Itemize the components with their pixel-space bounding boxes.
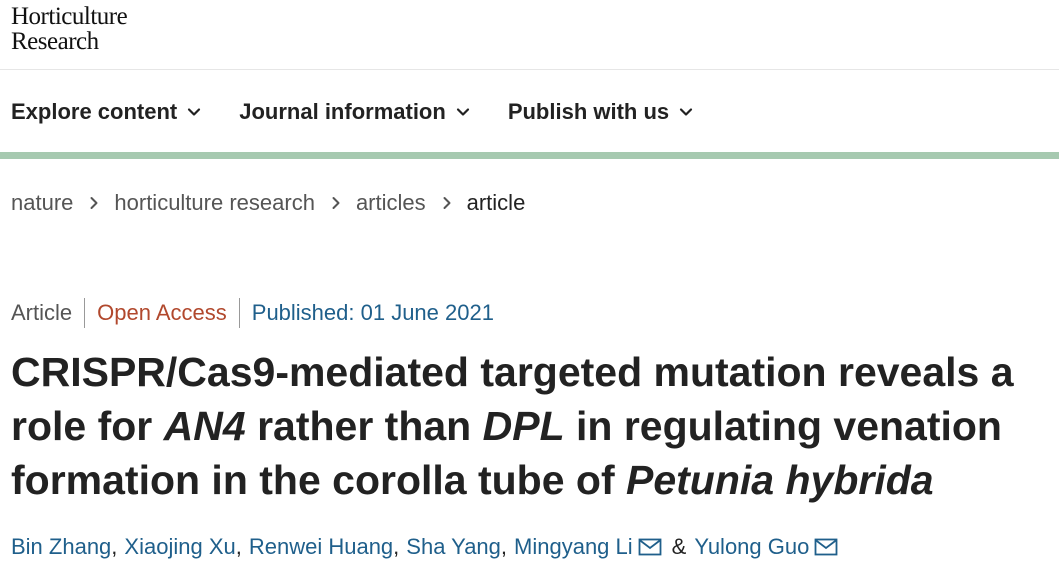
mail-icon[interactable] (638, 538, 662, 556)
nav-explore-content[interactable]: Explore content (11, 99, 201, 125)
author-link[interactable]: Renwei Huang (249, 534, 393, 560)
meta-divider (84, 298, 86, 328)
author-link[interactable]: Xiaojing Xu (124, 534, 235, 560)
author-conjunction: & (671, 534, 687, 559)
author-separator: , (111, 534, 118, 559)
breadcrumb-current: article (466, 190, 526, 215)
species-name: Petunia hybrida (626, 457, 934, 503)
title-line-2-pre: role for (11, 403, 164, 449)
nav-journal-information[interactable]: Journal information (239, 99, 470, 125)
nav-publish-with-us-label: Publish with us (507, 99, 670, 124)
breadcrumb-nature[interactable]: nature (11, 190, 73, 216)
chevron-down-icon (679, 105, 693, 119)
author-link[interactable]: Mingyang Li (514, 534, 633, 560)
nav-journal-information-label: Journal information (239, 99, 446, 124)
title-line-1: CRISPR/Cas9-mediated targeted mutation r… (11, 349, 1014, 395)
logo-line-2: Research (11, 28, 99, 55)
author-link[interactable]: Yulong Guo (694, 534, 809, 560)
article-meta: Article Open Access Published: 01 June 2… (11, 298, 494, 328)
title-line-2-mid: rather than (245, 403, 483, 449)
author-separator: , (500, 534, 508, 559)
published-date: Published: 01 June 2021 (251, 300, 494, 325)
chevron-down-icon (187, 105, 201, 119)
mail-icon[interactable] (814, 538, 838, 556)
gene-an4: AN4 (163, 403, 246, 449)
author-link[interactable]: Sha Yang (406, 534, 501, 560)
author-list: Bin Zhang, Xiaojing Xu, Renwei Huang, Sh… (11, 534, 838, 560)
header-divider (0, 69, 1059, 70)
nav-publish-with-us[interactable]: Publish with us (508, 99, 693, 125)
title-line-3-pre: formation in the corolla tube of (11, 457, 626, 503)
gene-dpl: DPL (482, 403, 565, 449)
chevron-right-icon (442, 196, 452, 210)
logo-line-1: Horticulture (11, 3, 128, 30)
chevron-down-icon (456, 105, 470, 119)
article-title: CRISPR/Cas9-mediated targeted mutation r… (11, 345, 1059, 507)
title-line-2-post: in regulating venation (564, 403, 1002, 449)
breadcrumb-articles[interactable]: articles (356, 190, 426, 216)
chevron-right-icon (331, 196, 341, 210)
meta-divider (238, 298, 240, 328)
breadcrumb-horticulture-research[interactable]: horticulture research (114, 190, 315, 216)
breadcrumb: nature horticulture research articles ar… (11, 190, 525, 216)
chevron-right-icon (89, 196, 99, 210)
author-separator: , (393, 534, 400, 559)
open-access-badge: Open Access (97, 300, 227, 325)
article-type: Article (11, 300, 73, 325)
author-link[interactable]: Bin Zhang (11, 534, 111, 560)
nav-explore-content-label: Explore content (11, 99, 178, 124)
author-separator: , (235, 534, 242, 559)
journal-logo[interactable]: Horticulture Research (11, 3, 128, 55)
main-nav: Explore content Journal information Publ… (11, 96, 731, 128)
accent-bar (0, 152, 1059, 159)
